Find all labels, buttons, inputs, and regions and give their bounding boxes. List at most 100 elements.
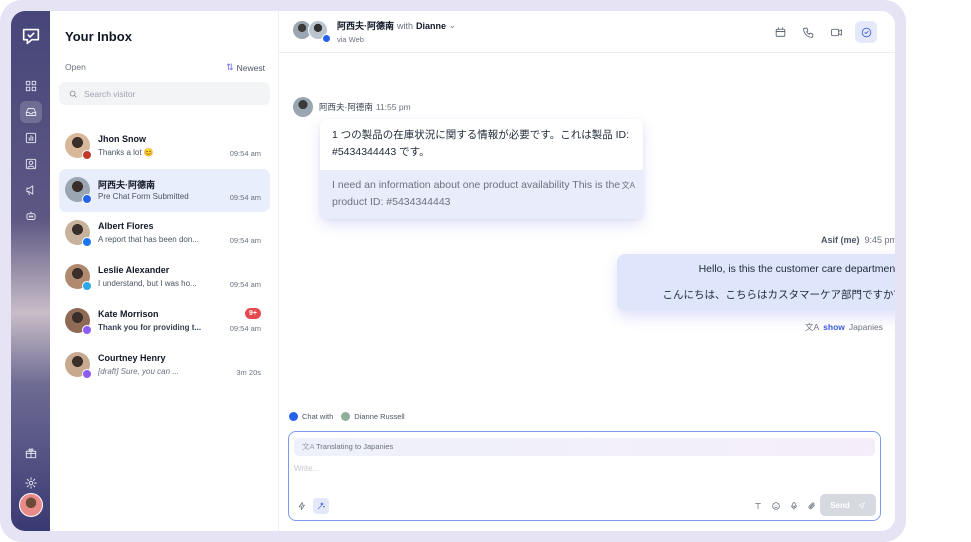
chat-active-icon[interactable] [855,21,877,43]
chat-header: 阿西夫·阿德南 with Dianne ⌄ via Web [279,11,895,53]
search-input[interactable] [84,88,254,99]
gift-icon[interactable] [20,442,42,464]
incoming-message-bubble: 1 つの製品の在庫状況に関する情報が必要です。これは製品 ID: #543434… [320,119,643,219]
search-box[interactable] [59,82,270,105]
conversation-item[interactable]: Leslie Alexander I understand, but I was … [59,256,270,299]
send-label: Send [830,500,850,510]
incoming-message-meta: 阿西夫·阿德南 11:55 pm [319,101,411,113]
conversation-preview: Pre Chat Form Submitted [98,191,189,201]
sort-icon: ⇅ [226,62,234,72]
globe-icon [289,412,298,421]
search-icon [69,90,77,98]
sender-name: 阿西夫·阿德南 [319,102,373,112]
window-icon[interactable] [769,21,791,43]
phone-icon[interactable] [797,21,819,43]
conversation-time: 09:54 am [229,192,261,202]
conversation-item[interactable]: Albert Flores A report that has been don.… [59,212,270,255]
conversation-preview: Thanks a lot 😊 [98,148,154,157]
status-filter[interactable]: Open [65,62,86,72]
conversation-preview: [draft] Sure, you can ... [98,366,179,376]
translate-icon[interactable]: 文A [622,177,635,194]
inbox-panel: Your Inbox Open ⇅ Newest Jhon Snow Thanks… [50,11,279,531]
original-message-text: 1 つの製品の在庫状況に関する情報が必要です。これは製品 ID: #543434… [332,129,630,158]
conversation-item[interactable]: Jhon Snow Thanks a lot 😊 09:54 am [59,125,270,168]
translate-icon: 文A [302,442,315,451]
sender-avatar [293,97,313,117]
contacts-icon[interactable] [20,153,42,175]
outgoing-time: 9:45 pm [864,235,895,245]
conversation-time: 09:54 am [229,323,261,333]
emoji-icon[interactable] [768,498,784,514]
source-facebook-icon [82,237,92,248]
recipient-name[interactable]: Dianne Russell [354,412,404,421]
conversation-item[interactable]: Courtney Henry [draft] Sure, you can ... 3… [59,344,270,387]
source-messenger-icon [82,368,92,379]
send-button[interactable]: Send [820,494,876,516]
language-label: Japanies [848,322,883,332]
grid-icon[interactable] [20,75,42,97]
translation-banner: 文A Translating to Japanies [294,438,875,456]
message-input[interactable] [294,464,854,484]
chart-icon[interactable] [20,127,42,149]
magic-translate-icon[interactable] [313,498,329,514]
agent-name: Dianne [416,20,447,31]
inbox-title: Your Inbox [65,29,132,44]
outgoing-message-text: Hello, is this the customer care departm… [698,263,895,275]
send-icon [857,501,865,509]
translate-icon: 文A [805,322,820,332]
broadcast-icon[interactable] [20,179,42,201]
translated-message: I need an information about one product … [320,170,643,219]
conversation-time: 09:54 am [229,149,261,158]
chat-panel: 阿西夫·阿德南 with Dianne ⌄ via Web 阿西夫·阿德南 11:… [279,11,895,531]
unread-badge: 9+ [245,307,261,319]
outgoing-message-bubble: Hello, is this the customer care departm… [617,254,895,311]
message-time: 11:55 pm [375,102,411,112]
microphone-icon[interactable] [786,498,802,514]
text-format-icon[interactable] [750,498,766,514]
show-translation-toggle[interactable]: 文A show Japanies [805,321,883,333]
conversation-name: Leslie Alexander [98,265,170,276]
source-instagram-icon [82,150,92,160]
conversation-name: Jhon Snow [98,134,146,144]
conversation-item[interactable]: 阿西夫·阿德南 Pre Chat Form Submitted 09:54 am [59,168,270,212]
source-messenger-icon [82,324,92,335]
conversation-preview: I understand, but I was ho... [98,279,197,289]
chat-header-title[interactable]: 阿西夫·阿德南 with Dianne ⌄ [337,19,456,32]
nav-rail [11,11,50,531]
translated-message-text: I need an information about one product … [332,179,621,208]
conversation-time: 09:54 am [229,236,261,246]
conversation-item[interactable]: Kate Morrison Thank you for providing t..… [59,300,270,343]
user-avatar[interactable] [19,493,43,517]
outgoing-translated-text: こんにちは、こちらはカスタマーケア部門ですか？ [662,289,896,301]
channel-subtitle: via Web [337,35,364,44]
video-icon[interactable] [825,21,847,43]
message-composer: 文A Translating to Japanies Send [288,431,881,521]
logo-chat-icon[interactable] [20,25,42,47]
conversation-name: Courtney Henry [98,352,166,363]
source-telegram-icon [82,281,92,292]
sort-button[interactable]: ⇅ Newest [226,62,265,73]
inbox-icon[interactable] [20,101,42,123]
lightning-icon[interactable] [294,498,310,514]
with-text: with [397,20,414,31]
chat-with-label: Chat with [302,412,334,421]
conversation-preview: Thank you for providing t... [98,322,202,332]
recipient-avatar [341,412,351,421]
show-link[interactable]: show [823,322,845,332]
attachment-icon[interactable] [804,498,820,514]
translating-text: Translating to Japanies [316,442,394,451]
sort-label: Newest [236,62,265,73]
app-window: Your Inbox Open ⇅ Newest Jhon Snow Thanks… [11,11,895,531]
conversation-name: 阿西夫·阿德南 [98,179,155,190]
chat-with-bar: Chat with Dianne Russell [289,412,405,421]
chevron-down-icon[interactable]: ⌄ [449,21,456,30]
contact-name: 阿西夫·阿德南 [337,21,394,31]
me-name: Asif (me) [821,235,860,245]
outgoing-message-meta: Asif (me) 9:45 pm [821,235,895,245]
web-source-icon [322,34,331,43]
settings-icon[interactable] [20,472,42,494]
conversation-time: 09:54 am [229,280,261,290]
conversation-time: 3m 20s [236,367,261,377]
conversation-preview: A report that has been don... [98,235,199,245]
bot-icon[interactable] [20,205,42,227]
